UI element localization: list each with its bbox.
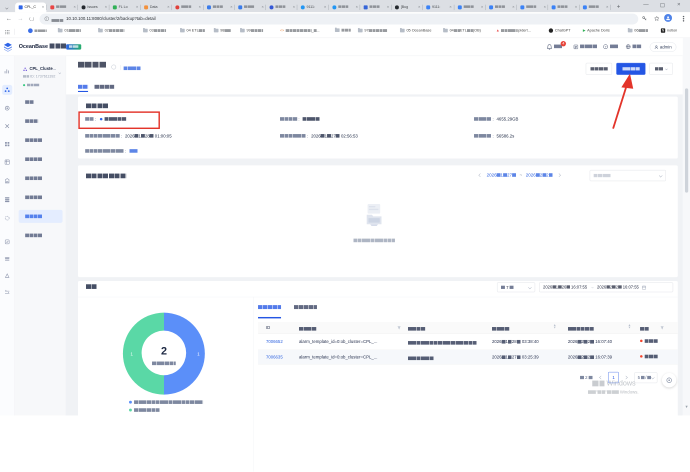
svg-text:?: ? <box>605 45 607 49</box>
